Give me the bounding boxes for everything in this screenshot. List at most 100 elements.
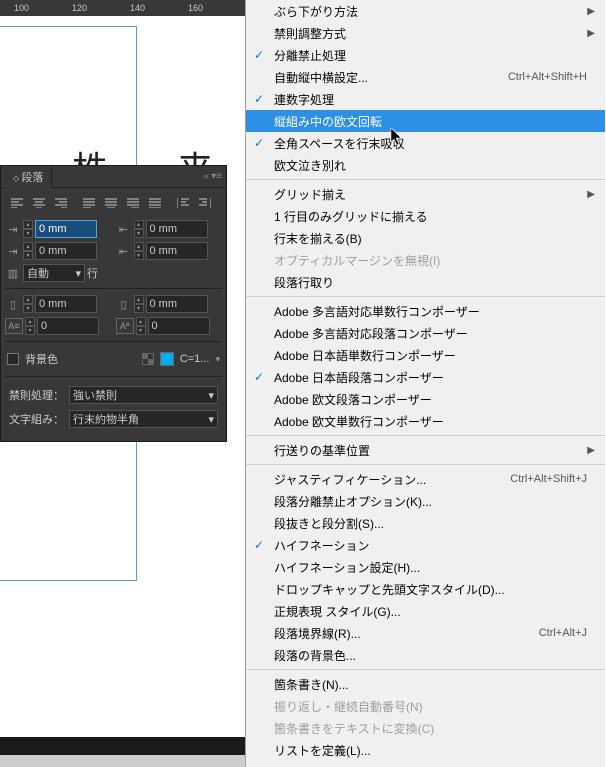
last-line-indent-input[interactable] [146, 242, 208, 260]
spinner-down[interactable]: ▾ [134, 229, 144, 238]
menu-item-label: オプティカルマージンを無視(I) [274, 252, 440, 269]
menu-item[interactable]: ✓Adobe 日本語段落コンポーザー [246, 366, 605, 388]
menu-item[interactable]: 1 行目のみグリッドに揃える [246, 205, 605, 227]
space-after-input[interactable] [146, 295, 208, 313]
gyodori-select[interactable]: 自動▾ [23, 264, 85, 282]
kinsoku-select[interactable]: 強い禁則▾ [69, 386, 218, 404]
menu-item[interactable]: ✓全角スペースを行末吸収 [246, 132, 605, 154]
swatch-grid-icon[interactable] [142, 353, 154, 365]
menu-item[interactable]: 自動縦中横設定...Ctrl+Alt+Shift+H [246, 66, 605, 88]
spinner-down[interactable]: ▾ [134, 304, 144, 313]
kinsoku-label: 禁則処理： [9, 387, 65, 403]
menu-item-label: 箇条書き(N)... [274, 676, 349, 693]
indent-right-input[interactable] [146, 220, 208, 238]
justify-center-button[interactable] [101, 194, 121, 212]
spinner-up[interactable]: ▴ [134, 295, 144, 304]
paragraph-flyout-menu: ぶら下がり方法▶禁則調整方式▶✓分離禁止処理自動縦中横設定...Ctrl+Alt… [245, 0, 605, 767]
menu-item[interactable]: 行末を揃える(B) [246, 227, 605, 249]
menu-item[interactable]: ✓ハイフネーション [246, 534, 605, 556]
dropcap-lines-input[interactable] [37, 317, 99, 335]
menu-item[interactable]: ジャスティフィケーション...Ctrl+Alt+Shift+J [246, 468, 605, 490]
menu-item[interactable]: 段落境界線(R)...Ctrl+Alt+J [246, 622, 605, 644]
menu-item[interactable]: 欧文泣き別れ [246, 154, 605, 176]
menu-separator [246, 669, 605, 670]
kinsoku-value: 強い禁則 [73, 387, 117, 403]
spinner-up[interactable]: ▴ [134, 242, 144, 251]
spinner-up[interactable]: ▴ [23, 220, 33, 229]
menu-item[interactable]: 段落分離禁止オプション(K)... [246, 490, 605, 512]
menu-item-label: グリッド揃え [274, 186, 346, 203]
check-icon: ✓ [254, 48, 264, 62]
spinner-up[interactable]: ▴ [23, 295, 33, 304]
spinner-down[interactable]: ▾ [136, 326, 146, 335]
menu-item[interactable]: 縦組み中の欧文回転 [246, 110, 605, 132]
spinner-up[interactable]: ▴ [23, 242, 33, 251]
first-line-indent-input[interactable] [35, 242, 97, 260]
indent-left-icon: ⇥ [5, 221, 21, 237]
bgcolor-swatch[interactable] [160, 352, 174, 366]
dropcap-chars-input[interactable] [148, 317, 210, 335]
menu-shortcut: Ctrl+Alt+Shift+H [508, 71, 587, 83]
menu-item-label: 段落分離禁止オプション(K)... [274, 493, 432, 510]
menu-item[interactable]: Adobe 多言語対応単数行コンポーザー [246, 300, 605, 322]
menu-item[interactable]: Adobe 日本語単数行コンポーザー [246, 344, 605, 366]
menu-item[interactable]: 段落の背景色... [246, 644, 605, 666]
indent-right-icon: ⇤ [116, 221, 132, 237]
spinner-down[interactable]: ▾ [23, 229, 33, 238]
menu-separator [246, 464, 605, 465]
spinner-up[interactable]: ▴ [25, 317, 35, 326]
menu-item[interactable]: 段落行取り [246, 271, 605, 293]
justify-left-button[interactable] [79, 194, 99, 212]
justify-right-button[interactable] [123, 194, 143, 212]
menu-item[interactable]: Adobe 欧文段落コンポーザー [246, 388, 605, 410]
justify-all-button[interactable] [145, 194, 165, 212]
menu-item-label: Adobe 日本語段落コンポーザー [274, 369, 444, 386]
menu-item-label: 段落の背景色... [274, 647, 356, 664]
menu-item[interactable]: 箇条書き(N)... [246, 673, 605, 695]
ruler-tick: 160 [188, 3, 203, 13]
menu-item[interactable]: 禁則調整方式▶ [246, 22, 605, 44]
menu-item[interactable]: 段抜きと段分割(S)... [246, 512, 605, 534]
menu-item[interactable]: ✓分離禁止処理 [246, 44, 605, 66]
spinner-up[interactable]: ▴ [134, 220, 144, 229]
submenu-arrow-icon: ▶ [587, 445, 595, 456]
panel-tab-paragraph[interactable]: 段落 [5, 166, 52, 188]
indent-left-input[interactable] [35, 220, 97, 238]
menu-item[interactable]: ぶら下がり方法▶ [246, 0, 605, 22]
spinner-down[interactable]: ▾ [134, 251, 144, 260]
spinner-down[interactable]: ▾ [23, 304, 33, 313]
align-center-button[interactable] [29, 194, 49, 212]
menu-item[interactable]: グリッド揃え▶ [246, 183, 605, 205]
menu-shortcut: Ctrl+Alt+Shift+J [510, 473, 587, 485]
align-right-button[interactable] [51, 194, 71, 212]
dropcap-lines-icon: A≡ [5, 318, 23, 334]
menu-item-label: Adobe 欧文単数行コンポーザー [274, 413, 444, 430]
menu-item[interactable]: リストを定義(L)... [246, 739, 605, 761]
menu-item[interactable]: Adobe 欧文単数行コンポーザー [246, 410, 605, 432]
menu-item[interactable]: ✓連数字処理 [246, 88, 605, 110]
spinner-down[interactable]: ▾ [23, 251, 33, 260]
menu-item[interactable]: ドロップキャップと先頭文字スタイル(D)... [246, 578, 605, 600]
first-line-indent-icon: ⇥ [5, 243, 21, 259]
spinner-up[interactable]: ▴ [136, 317, 146, 326]
menu-item-label: 連数字処理 [274, 91, 334, 108]
space-before-input[interactable] [35, 295, 97, 313]
align-towards-spine-button[interactable] [173, 194, 193, 212]
menu-item[interactable]: ハイフネーション設定(H)... [246, 556, 605, 578]
menu-item[interactable]: Adobe 多言語対応段落コンポーザー [246, 322, 605, 344]
bgcolor-checkbox[interactable] [7, 353, 19, 365]
submenu-arrow-icon: ▶ [587, 6, 595, 17]
menu-item[interactable]: 行送りの基準位置▶ [246, 439, 605, 461]
panel-collapse-icon[interactable]: « [204, 171, 210, 182]
dropdown-arrow-icon[interactable]: ▾ [215, 354, 220, 365]
align-left-button[interactable] [7, 194, 27, 212]
menu-item-label: Adobe 多言語対応段落コンポーザー [274, 325, 468, 342]
space-before-icon: ▯ [5, 296, 21, 312]
mojikumi-value: 行末約物半角 [73, 411, 139, 427]
panel-menu-icon[interactable]: ▾≡ [211, 171, 222, 182]
mojikumi-select[interactable]: 行末約物半角▾ [69, 410, 218, 428]
spinner-down[interactable]: ▾ [25, 326, 35, 335]
menu-item[interactable]: 正規表現 スタイル(G)... [246, 600, 605, 622]
menu-item-label: 縦組み中の欧文回転 [274, 113, 382, 130]
align-away-spine-button[interactable] [195, 194, 215, 212]
